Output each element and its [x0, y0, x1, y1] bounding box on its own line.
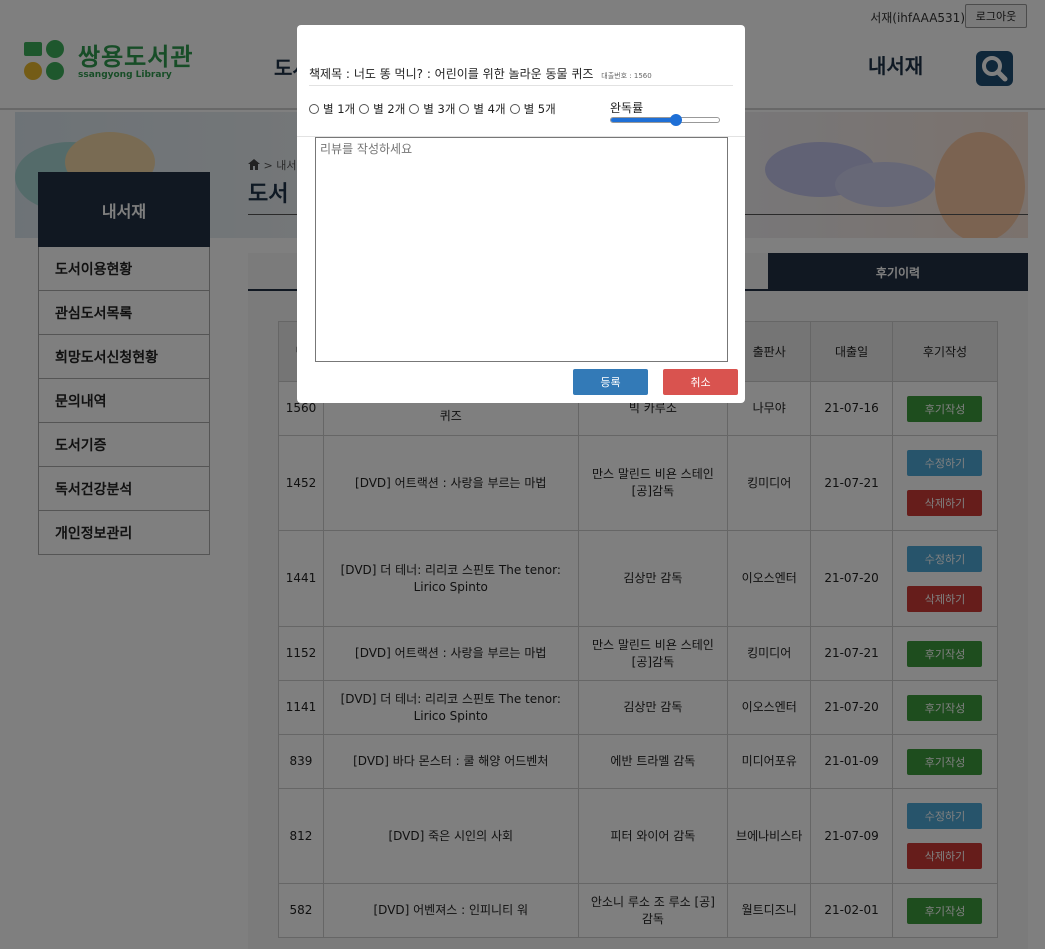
- radio-icon[interactable]: [359, 104, 370, 114]
- modal-divider: [309, 85, 733, 86]
- completion-label: 완독률: [610, 101, 644, 115]
- cancel-review-button[interactable]: 취소: [663, 369, 738, 395]
- radio-icon[interactable]: [309, 104, 319, 114]
- book-title-value: 너도 똥 먹니? : 어린이를 위한 놀라운 동물 퀴즈: [353, 67, 594, 81]
- slider-thumb[interactable]: [669, 114, 682, 126]
- submit-review-button[interactable]: 등록: [573, 369, 648, 395]
- call-number: 대출번호 : 1560: [601, 72, 652, 80]
- radio-icon[interactable]: [409, 104, 420, 114]
- radio-icon[interactable]: [509, 104, 520, 114]
- star-option-1[interactable]: 별 1개: [309, 101, 355, 117]
- star-option-4[interactable]: 별 4개: [459, 101, 506, 117]
- review-textarea[interactable]: [315, 137, 728, 362]
- star-rating-group: 별 1개 별 2개 별 3개 별 4개 별 5개: [309, 101, 560, 117]
- slider-fill: [611, 118, 676, 122]
- book-title-label: 책제목 :: [309, 67, 350, 81]
- completion-slider[interactable]: [610, 114, 720, 126]
- star-option-5[interactable]: 별 5개: [509, 101, 556, 117]
- star-option-2[interactable]: 별 2개: [359, 101, 405, 117]
- modal-book-title: 책제목 : 너도 똥 먹니? : 어린이를 위한 놀라운 동물 퀴즈 대출번호 …: [309, 65, 652, 82]
- review-modal: 책제목 : 너도 똥 먹니? : 어린이를 위한 놀라운 동물 퀴즈 대출번호 …: [297, 25, 745, 403]
- radio-icon[interactable]: [459, 104, 470, 114]
- star-option-3[interactable]: 별 3개: [409, 101, 455, 117]
